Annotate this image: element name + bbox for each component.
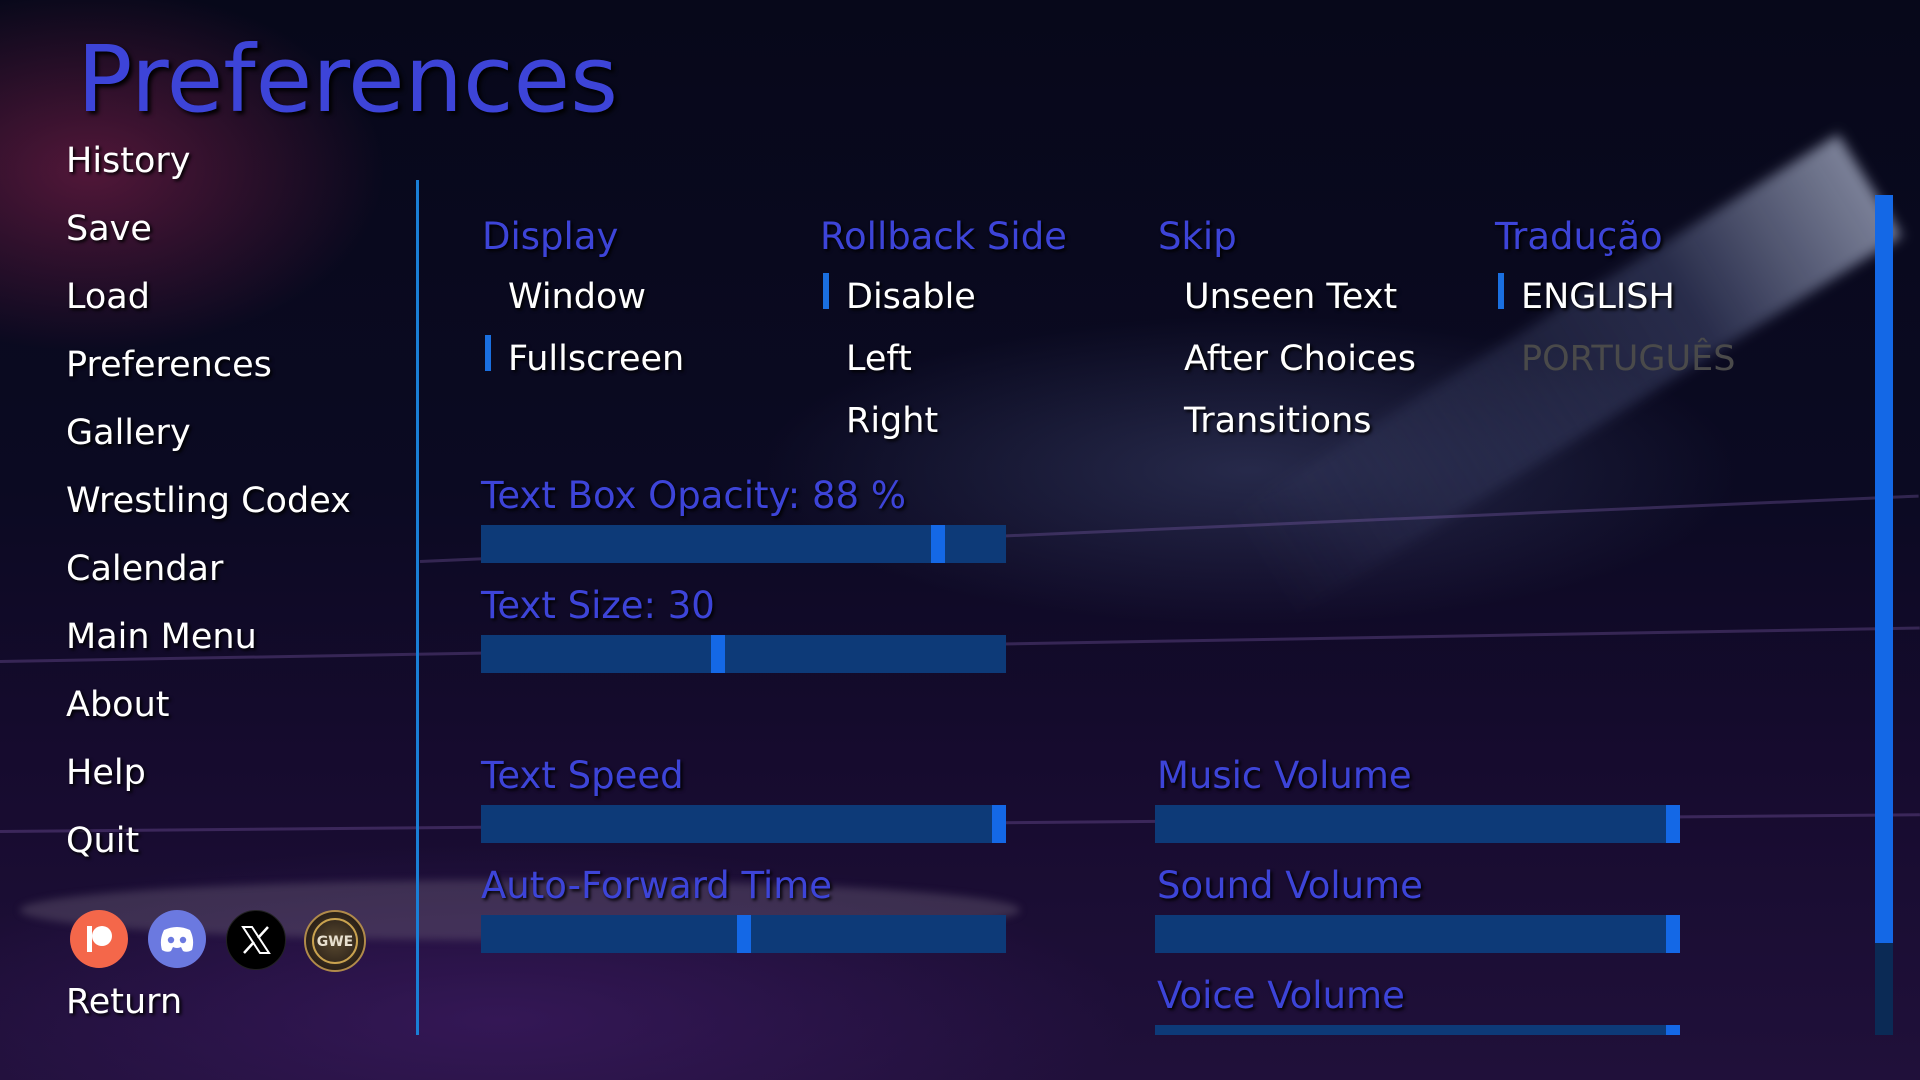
nav-item-wrestling-codex[interactable]: Wrestling Codex <box>66 484 351 519</box>
gwe-logo-icon[interactable]: GWE <box>304 910 366 972</box>
text-size-label: Text Size: 30 <box>481 584 715 627</box>
language-label: Tradução <box>1495 215 1663 258</box>
rollback-side-label: Rollback Side <box>820 215 1067 258</box>
display-label: Display <box>482 215 619 258</box>
auto-forward-time-label: Auto-Forward Time <box>481 864 833 907</box>
slider-thumb[interactable] <box>737 915 751 953</box>
return-button[interactable]: Return <box>66 985 182 1020</box>
page-title: Preferences <box>77 26 619 133</box>
slider-thumb[interactable] <box>1666 805 1680 843</box>
nav-item-gallery[interactable]: Gallery <box>66 416 191 451</box>
display-option-window[interactable]: Window <box>508 280 646 315</box>
gwe-logo-text: GWE <box>317 934 354 950</box>
skip-option-after-choices[interactable]: After Choices <box>1184 342 1416 377</box>
slider-thumb[interactable] <box>1666 915 1680 953</box>
discord-icon[interactable] <box>148 910 206 968</box>
auto-forward-time-slider[interactable] <box>481 915 1006 953</box>
rollback-option-right[interactable]: Right <box>846 404 938 439</box>
skip-option-transitions[interactable]: Transitions <box>1184 404 1372 439</box>
language-selected-marker <box>1498 273 1504 309</box>
voice-volume-slider[interactable] <box>1155 1025 1680 1035</box>
nav-item-quit[interactable]: Quit <box>66 824 139 859</box>
slider-thumb[interactable] <box>1666 1025 1680 1035</box>
nav-item-main-menu[interactable]: Main Menu <box>66 620 257 655</box>
rollback-option-disable[interactable]: Disable <box>846 280 976 315</box>
vertical-scrollbar[interactable] <box>1875 195 1893 1035</box>
slider-thumb[interactable] <box>711 635 725 673</box>
rollback-option-left[interactable]: Left <box>846 342 912 377</box>
skip-option-unseen-text[interactable]: Unseen Text <box>1184 280 1397 315</box>
nav-divider <box>416 180 419 1035</box>
skip-label: Skip <box>1158 215 1237 258</box>
nav-item-history[interactable]: History <box>66 144 191 179</box>
nav-item-save[interactable]: Save <box>66 212 152 247</box>
language-option-portugues[interactable]: PORTUGUÊS <box>1521 342 1736 377</box>
nav-item-calendar[interactable]: Calendar <box>66 552 223 587</box>
text-box-opacity-slider[interactable] <box>481 525 1006 563</box>
nav-item-preferences[interactable]: Preferences <box>66 348 272 383</box>
text-size-slider[interactable] <box>481 635 1006 673</box>
patreon-icon[interactable] <box>70 910 128 968</box>
voice-volume-label: Voice Volume <box>1157 974 1405 1017</box>
nav-item-help[interactable]: Help <box>66 756 146 791</box>
language-option-english[interactable]: ENGLISH <box>1521 280 1675 315</box>
sound-volume-label: Sound Volume <box>1157 864 1423 907</box>
slider-thumb[interactable] <box>931 525 945 563</box>
sound-volume-slider[interactable] <box>1155 915 1680 953</box>
text-box-opacity-label: Text Box Opacity: 88 % <box>481 474 906 517</box>
display-selected-marker <box>485 335 491 371</box>
scrollbar-thumb[interactable] <box>1875 195 1893 943</box>
slider-thumb[interactable] <box>992 805 1006 843</box>
nav-item-about[interactable]: About <box>66 688 169 723</box>
nav-item-load[interactable]: Load <box>66 280 150 315</box>
text-speed-label: Text Speed <box>481 754 684 797</box>
music-volume-slider[interactable] <box>1155 805 1680 843</box>
music-volume-label: Music Volume <box>1157 754 1412 797</box>
rollback-selected-marker <box>823 273 829 309</box>
text-speed-slider[interactable] <box>481 805 1006 843</box>
x-icon[interactable] <box>226 910 286 970</box>
display-option-fullscreen[interactable]: Fullscreen <box>508 342 684 377</box>
